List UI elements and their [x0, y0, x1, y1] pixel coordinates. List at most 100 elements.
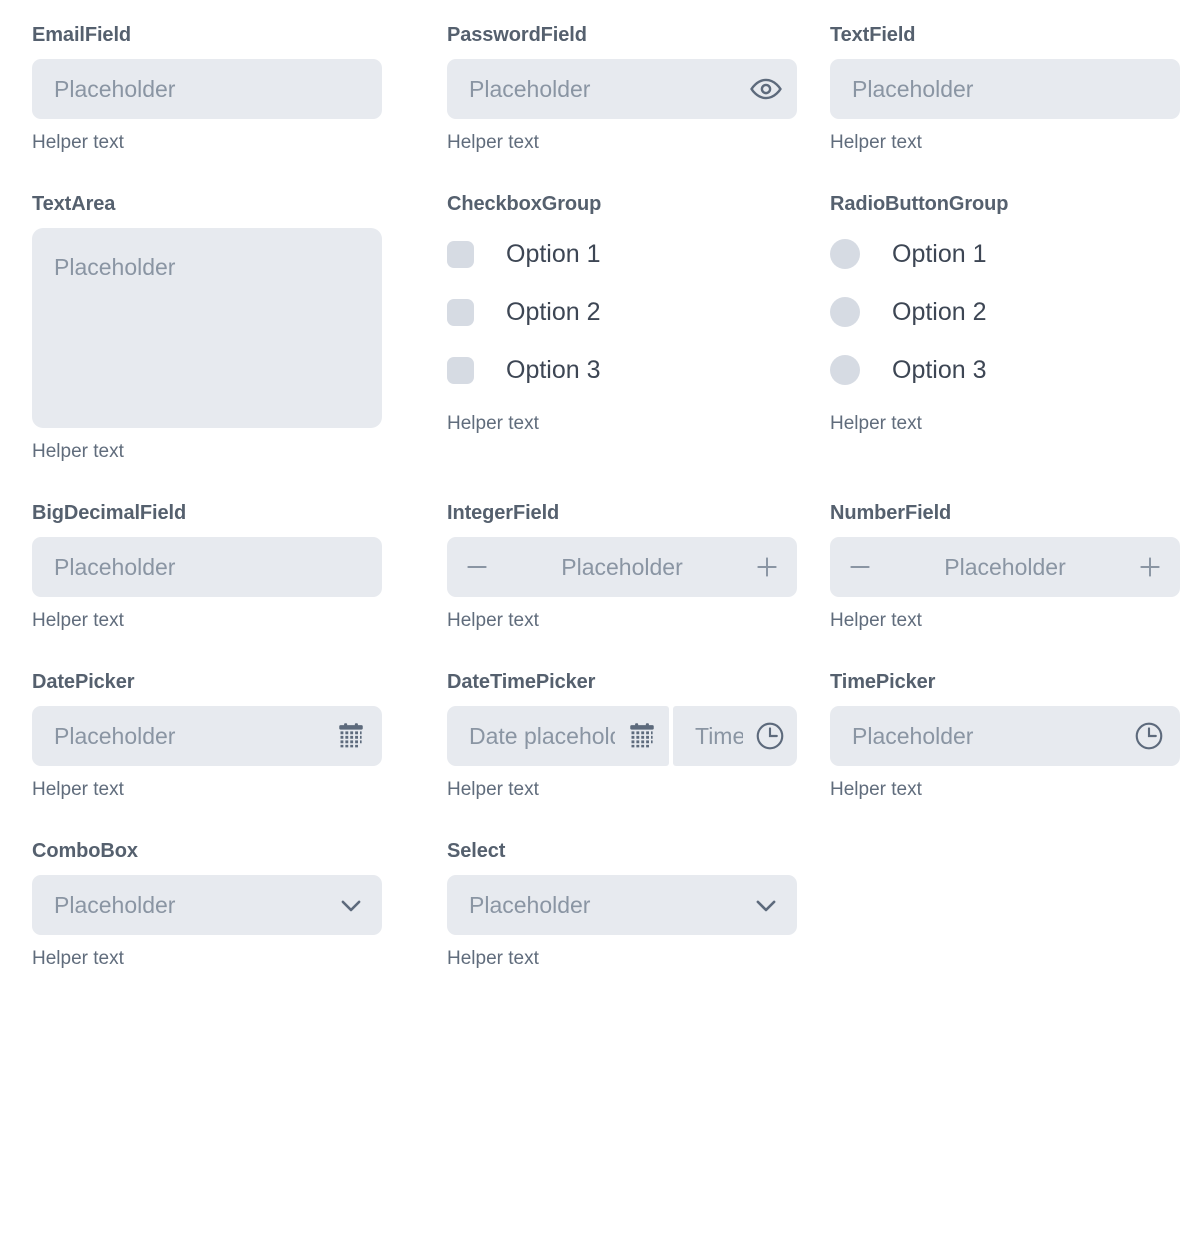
- select-input[interactable]: Placeholder: [447, 875, 797, 935]
- number-input[interactable]: Placeholder: [830, 537, 1180, 597]
- time-picker-helper: Helper text: [830, 779, 922, 800]
- big-decimal-field-label: BigDecimalField: [32, 502, 187, 524]
- time-picker-placeholder: Placeholder: [852, 722, 974, 749]
- integer-field-label: IntegerField: [447, 502, 560, 524]
- component-time-picker: TimePicker Placeholder Helper text: [830, 669, 1180, 802]
- text-field-label: TextField: [830, 24, 916, 46]
- radio-option[interactable]: Option 1: [830, 234, 1180, 274]
- component-checkbox-group: CheckboxGroup Option 1 Option 2 Option 3…: [447, 191, 797, 464]
- component-combo-box: ComboBox Placeholder Helper text: [32, 838, 414, 971]
- chevron-down-icon[interactable]: [320, 875, 382, 935]
- big-decimal-placeholder: Placeholder: [54, 553, 176, 580]
- email-field-helper: Helper text: [32, 132, 124, 153]
- row-spacer: [447, 633, 797, 669]
- minus-icon[interactable]: [830, 537, 890, 597]
- date-picker-label: DatePicker: [32, 671, 135, 693]
- checkbox-option-list: Option 1 Option 2 Option 3: [447, 228, 797, 390]
- date-time-date-placeholder: Date placeholder: [469, 722, 615, 749]
- radio-option[interactable]: Option 2: [830, 292, 1180, 332]
- eye-icon[interactable]: [735, 59, 797, 119]
- radio-button-group-helper: Helper text: [830, 413, 922, 434]
- number-field-helper: Helper text: [830, 610, 922, 631]
- component-big-decimal-field: BigDecimalField Placeholder Helper text: [32, 500, 414, 633]
- checkbox-option-label: Option 2: [506, 297, 601, 326]
- text-area-label: TextArea: [32, 193, 116, 215]
- row-spacer: [830, 633, 1180, 669]
- empty-cell: [830, 838, 1180, 971]
- email-field-label: EmailField: [32, 24, 132, 46]
- chevron-down-icon[interactable]: [735, 875, 797, 935]
- calendar-icon[interactable]: [320, 706, 382, 766]
- row-spacer: [32, 464, 414, 500]
- row-spacer: [32, 633, 414, 669]
- radio-circle[interactable]: [830, 355, 860, 385]
- combo-box-label: ComboBox: [32, 840, 138, 862]
- component-date-time-picker: DateTimePicker Date placeholder: [447, 669, 797, 802]
- clock-icon[interactable]: [1118, 706, 1180, 766]
- big-decimal-input[interactable]: Placeholder: [32, 537, 382, 597]
- row-spacer: [830, 155, 1180, 191]
- clock-icon[interactable]: [743, 706, 797, 766]
- select-placeholder: Placeholder: [469, 891, 591, 918]
- row-spacer: [447, 155, 797, 191]
- component-password-field: PasswordField Placeholder Helper text: [447, 22, 797, 155]
- integer-input[interactable]: Placeholder: [447, 537, 797, 597]
- row-spacer: [830, 802, 1180, 838]
- row-spacer: [447, 464, 797, 500]
- checkbox-option[interactable]: Option 2: [447, 292, 797, 332]
- radio-option-label: Option 3: [892, 355, 987, 384]
- radio-option-label: Option 1: [892, 239, 987, 268]
- date-time-date-segment[interactable]: Date placeholder: [447, 706, 669, 766]
- component-select: Select Placeholder Helper text: [447, 838, 797, 971]
- time-picker-label: TimePicker: [830, 671, 936, 693]
- radio-option-label: Option 2: [892, 297, 987, 326]
- number-placeholder: Placeholder: [944, 553, 1066, 580]
- checkbox-option-label: Option 1: [506, 239, 601, 268]
- text-area-helper: Helper text: [32, 441, 124, 462]
- password-field-label: PasswordField: [447, 24, 587, 46]
- checkbox-option[interactable]: Option 1: [447, 234, 797, 274]
- radio-option[interactable]: Option 3: [830, 350, 1180, 390]
- integer-placeholder: Placeholder: [561, 553, 683, 580]
- calendar-icon[interactable]: [615, 706, 669, 766]
- date-time-picker-helper: Helper text: [447, 779, 539, 800]
- row-spacer: [447, 802, 797, 838]
- text-input-placeholder: Placeholder: [852, 75, 974, 102]
- email-input-placeholder: Placeholder: [54, 75, 176, 102]
- email-input[interactable]: Placeholder: [32, 59, 382, 119]
- password-input[interactable]: Placeholder: [447, 59, 797, 119]
- radio-button-group-label: RadioButtonGroup: [830, 193, 1009, 215]
- row-spacer: [32, 802, 414, 838]
- date-time-time-placeholder: Time placeholder: [695, 722, 743, 749]
- row-spacer: [830, 464, 1180, 500]
- radio-option-list: Option 1 Option 2 Option 3: [830, 228, 1180, 390]
- radio-circle[interactable]: [830, 297, 860, 327]
- text-area-placeholder: Placeholder: [54, 254, 176, 280]
- checkbox-option[interactable]: Option 3: [447, 350, 797, 390]
- time-picker-input[interactable]: Placeholder: [830, 706, 1180, 766]
- text-input[interactable]: Placeholder: [830, 59, 1180, 119]
- minus-icon[interactable]: [447, 537, 507, 597]
- date-picker-input[interactable]: Placeholder: [32, 706, 382, 766]
- select-helper: Helper text: [447, 948, 539, 969]
- checkbox-box[interactable]: [447, 298, 474, 326]
- checkbox-box[interactable]: [447, 356, 474, 384]
- checkbox-group-helper: Helper text: [447, 413, 539, 434]
- combo-box-input[interactable]: Placeholder: [32, 875, 382, 935]
- component-email-field: EmailField Placeholder Helper text: [32, 22, 414, 155]
- plus-icon[interactable]: [737, 537, 797, 597]
- component-text-area: TextArea Placeholder Helper text: [32, 191, 414, 464]
- radio-circle[interactable]: [830, 239, 860, 269]
- text-area-input[interactable]: Placeholder: [32, 228, 382, 428]
- integer-field-helper: Helper text: [447, 610, 539, 631]
- checkbox-box[interactable]: [447, 240, 474, 268]
- date-time-time-segment[interactable]: Time placeholder: [673, 706, 797, 766]
- row-spacer: [32, 155, 414, 191]
- component-number-field: NumberField Placeholder Helper text: [830, 500, 1180, 633]
- big-decimal-field-helper: Helper text: [32, 610, 124, 631]
- component-date-picker: DatePicker Placeholder Helper text: [32, 669, 414, 802]
- password-field-helper: Helper text: [447, 132, 539, 153]
- plus-icon[interactable]: [1120, 537, 1180, 597]
- date-picker-helper: Helper text: [32, 779, 124, 800]
- component-radio-button-group: RadioButtonGroup Option 1 Option 2 Optio…: [830, 191, 1180, 464]
